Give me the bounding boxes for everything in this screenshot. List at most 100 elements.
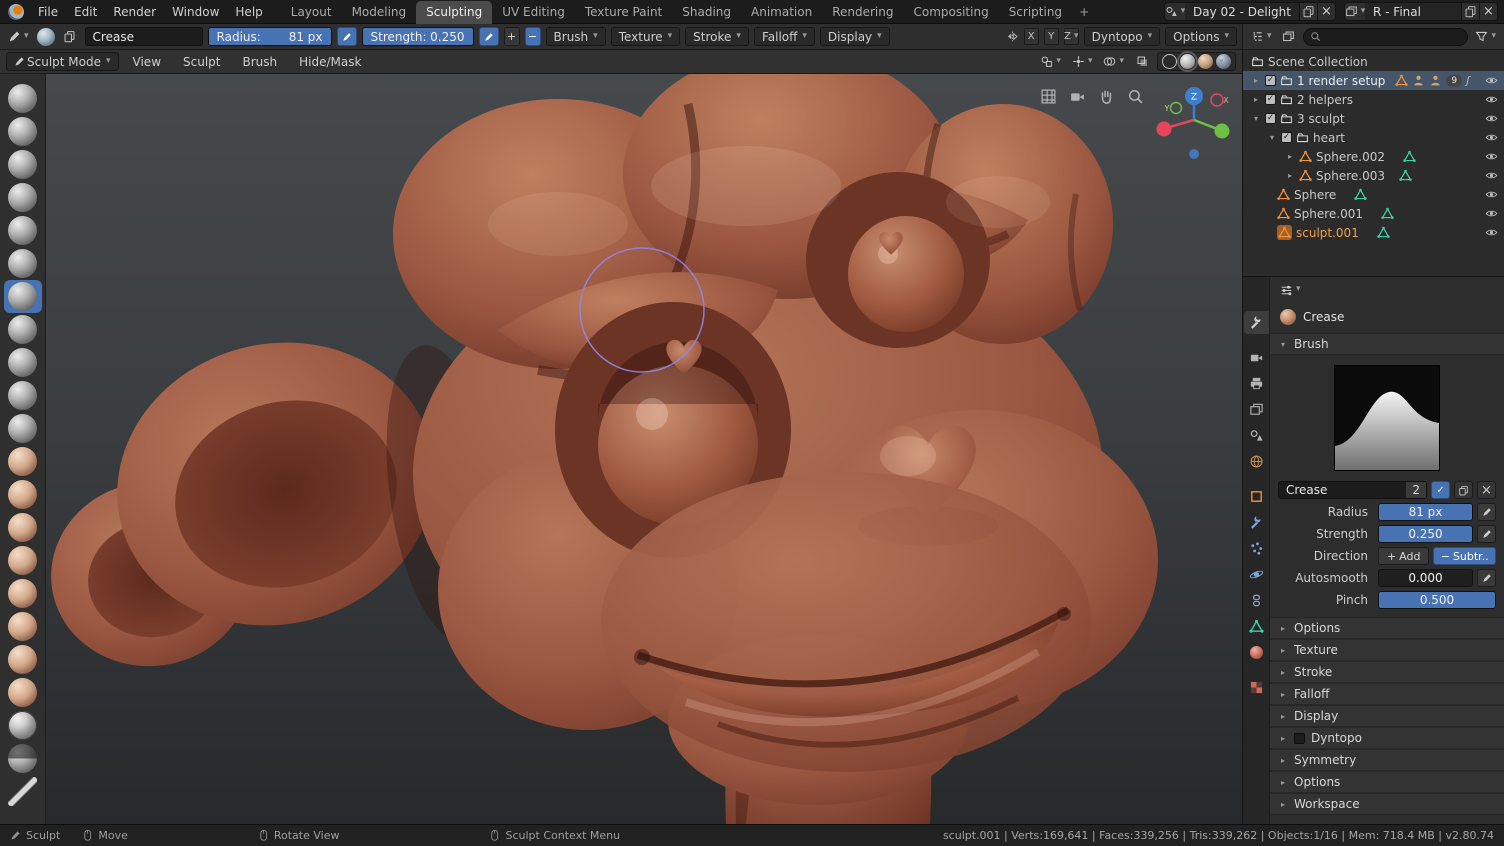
menu-sculpt[interactable]: Sculpt (175, 52, 228, 72)
duplicate-brush-button[interactable] (1454, 481, 1473, 499)
xray-toggle[interactable] (1132, 52, 1152, 71)
expand-icon[interactable] (1251, 114, 1261, 123)
visibility-eye-icon[interactable] (1485, 131, 1498, 144)
brush-layer[interactable] (4, 181, 42, 214)
tab-texture-paint[interactable]: Texture Paint (575, 1, 672, 24)
brush-clay-strips[interactable] (4, 148, 42, 181)
brush-slide-relax[interactable] (4, 709, 42, 742)
section-workspace[interactable]: Workspace (1270, 793, 1504, 815)
section-texture[interactable]: Texture (1270, 639, 1504, 661)
tab-modeling[interactable]: Modeling (342, 1, 417, 24)
tab-object[interactable] (1244, 485, 1269, 508)
browse-brush-icon[interactable] (60, 27, 80, 46)
direction-subtract-button[interactable]: Subtr.. (1433, 547, 1496, 565)
tab-scene[interactable] (1244, 424, 1269, 447)
brush-fill[interactable] (4, 379, 42, 412)
pinch-slider[interactable]: 0.500 (1378, 591, 1496, 609)
brush-rotate[interactable] (4, 676, 42, 709)
gizmos-dropdown[interactable] (1069, 52, 1096, 71)
tab-modifiers[interactable] (1244, 511, 1269, 534)
menu-hide-mask[interactable]: Hide/Mask (291, 52, 369, 72)
close-scene-button[interactable] (1317, 3, 1335, 20)
brush-preview-thumbnail[interactable] (36, 27, 55, 46)
tab-layout[interactable]: Layout (281, 1, 342, 24)
new-view-layer-button[interactable] (1461, 3, 1479, 20)
shading-rendered-button[interactable] (1216, 54, 1231, 69)
direction-subtract-toggle[interactable] (524, 27, 541, 46)
brush-name-input[interactable]: Crease 2 (1278, 481, 1427, 499)
outliner-row-heart[interactable]: heart (1243, 128, 1504, 147)
section-display[interactable]: Display (1270, 705, 1504, 727)
collection-checkbox[interactable] (1265, 75, 1276, 86)
zoom-magnifier-icon[interactable] (1127, 88, 1144, 105)
grid-perspective-icon[interactable] (1040, 88, 1057, 105)
autosmooth-slider[interactable]: 0.000 (1378, 569, 1473, 587)
outliner-row-sphere-002[interactable]: Sphere.002 (1243, 147, 1504, 166)
brush-preview-image[interactable] (1334, 365, 1440, 471)
tab-constraints[interactable] (1244, 589, 1269, 612)
section-options[interactable]: Options (1270, 617, 1504, 639)
camera-view-icon[interactable] (1069, 88, 1086, 105)
blender-logo-icon[interactable] (8, 3, 24, 20)
strength-pressure-toggle[interactable] (1477, 525, 1496, 543)
mode-selector[interactable]: Sculpt Mode (6, 52, 119, 71)
fake-user-toggle[interactable] (1431, 481, 1450, 499)
outliner-row-sculpt-001[interactable]: sculpt.001 (1243, 223, 1504, 242)
section-options-2[interactable]: Options (1270, 771, 1504, 793)
mirror-x-toggle[interactable]: X (1023, 28, 1039, 45)
collection-checkbox[interactable] (1281, 132, 1292, 143)
gizmo-x-label[interactable]: X (1223, 96, 1229, 105)
outliner-row-helpers[interactable]: 2 helpers (1243, 90, 1504, 109)
filter-funnel-icon[interactable] (1472, 27, 1499, 46)
tab-object-data[interactable] (1244, 615, 1269, 638)
outliner-row-scene-collection[interactable]: Scene Collection (1243, 52, 1504, 71)
radius-pressure-toggle[interactable] (1477, 503, 1496, 521)
autosmooth-pressure-toggle[interactable] (1477, 569, 1496, 587)
outliner-row-sculpt-collection[interactable]: 3 sculpt (1243, 109, 1504, 128)
tab-animation[interactable]: Animation (741, 1, 822, 24)
outliner-row-sphere-003[interactable]: Sphere.003 (1243, 166, 1504, 185)
tab-rendering[interactable]: Rendering (822, 1, 903, 24)
brush-users-count[interactable]: 2 (1406, 482, 1426, 498)
stroke-popover[interactable]: Stroke (685, 27, 749, 46)
pan-hand-icon[interactable] (1098, 88, 1115, 105)
tab-active-tool[interactable] (1243, 311, 1269, 334)
visibility-eye-icon[interactable] (1485, 188, 1498, 201)
brush-snake-hook[interactable] (4, 544, 42, 577)
radius-slider[interactable]: 81 px (1378, 503, 1473, 521)
outliner-display-mode-icon[interactable] (1279, 27, 1299, 46)
expand-icon[interactable] (1267, 133, 1277, 142)
mirror-z-toggle[interactable]: Z (1063, 28, 1079, 45)
collection-checkbox[interactable] (1265, 113, 1276, 124)
sculpt-canvas[interactable] (46, 74, 1242, 824)
menu-help[interactable]: Help (227, 2, 270, 22)
object-type-visibility-dropdown[interactable] (1037, 52, 1064, 71)
new-scene-button[interactable] (1299, 3, 1317, 20)
collection-checkbox[interactable] (1265, 94, 1276, 105)
brush-pinch[interactable] (4, 445, 42, 478)
menu-edit[interactable]: Edit (66, 2, 105, 22)
options-popover[interactable]: Options (1165, 27, 1237, 46)
outliner-row-sphere-001[interactable]: Sphere.001 (1243, 204, 1504, 223)
brush-pose[interactable] (4, 610, 42, 643)
add-workspace-button[interactable]: + (1072, 1, 1096, 24)
search-input[interactable] (1324, 29, 1462, 44)
strength-slider[interactable]: Strength: 0.250 (361, 27, 474, 46)
tab-sculpting[interactable]: Sculpting (416, 0, 493, 24)
menu-window[interactable]: Window (164, 2, 227, 22)
dyntopo-popover[interactable]: Dyntopo (1083, 27, 1161, 46)
brush-popover[interactable]: Brush (545, 27, 606, 46)
tab-material[interactable] (1244, 641, 1269, 664)
section-dyntopo[interactable]: Dyntopo (1270, 727, 1504, 749)
section-falloff[interactable]: Falloff (1270, 683, 1504, 705)
tab-world[interactable] (1244, 450, 1269, 473)
outliner-search[interactable] (1302, 27, 1469, 46)
menu-file[interactable]: File (30, 2, 66, 22)
expand-icon[interactable] (1251, 95, 1261, 104)
shading-solid-button[interactable] (1177, 51, 1198, 72)
brush-clay[interactable] (4, 115, 42, 148)
visibility-eye-icon[interactable] (1485, 226, 1498, 239)
gizmo-z-label[interactable]: Z (1191, 93, 1197, 103)
section-symmetry[interactable]: Symmetry (1270, 749, 1504, 771)
shading-wireframe-button[interactable] (1162, 54, 1177, 69)
